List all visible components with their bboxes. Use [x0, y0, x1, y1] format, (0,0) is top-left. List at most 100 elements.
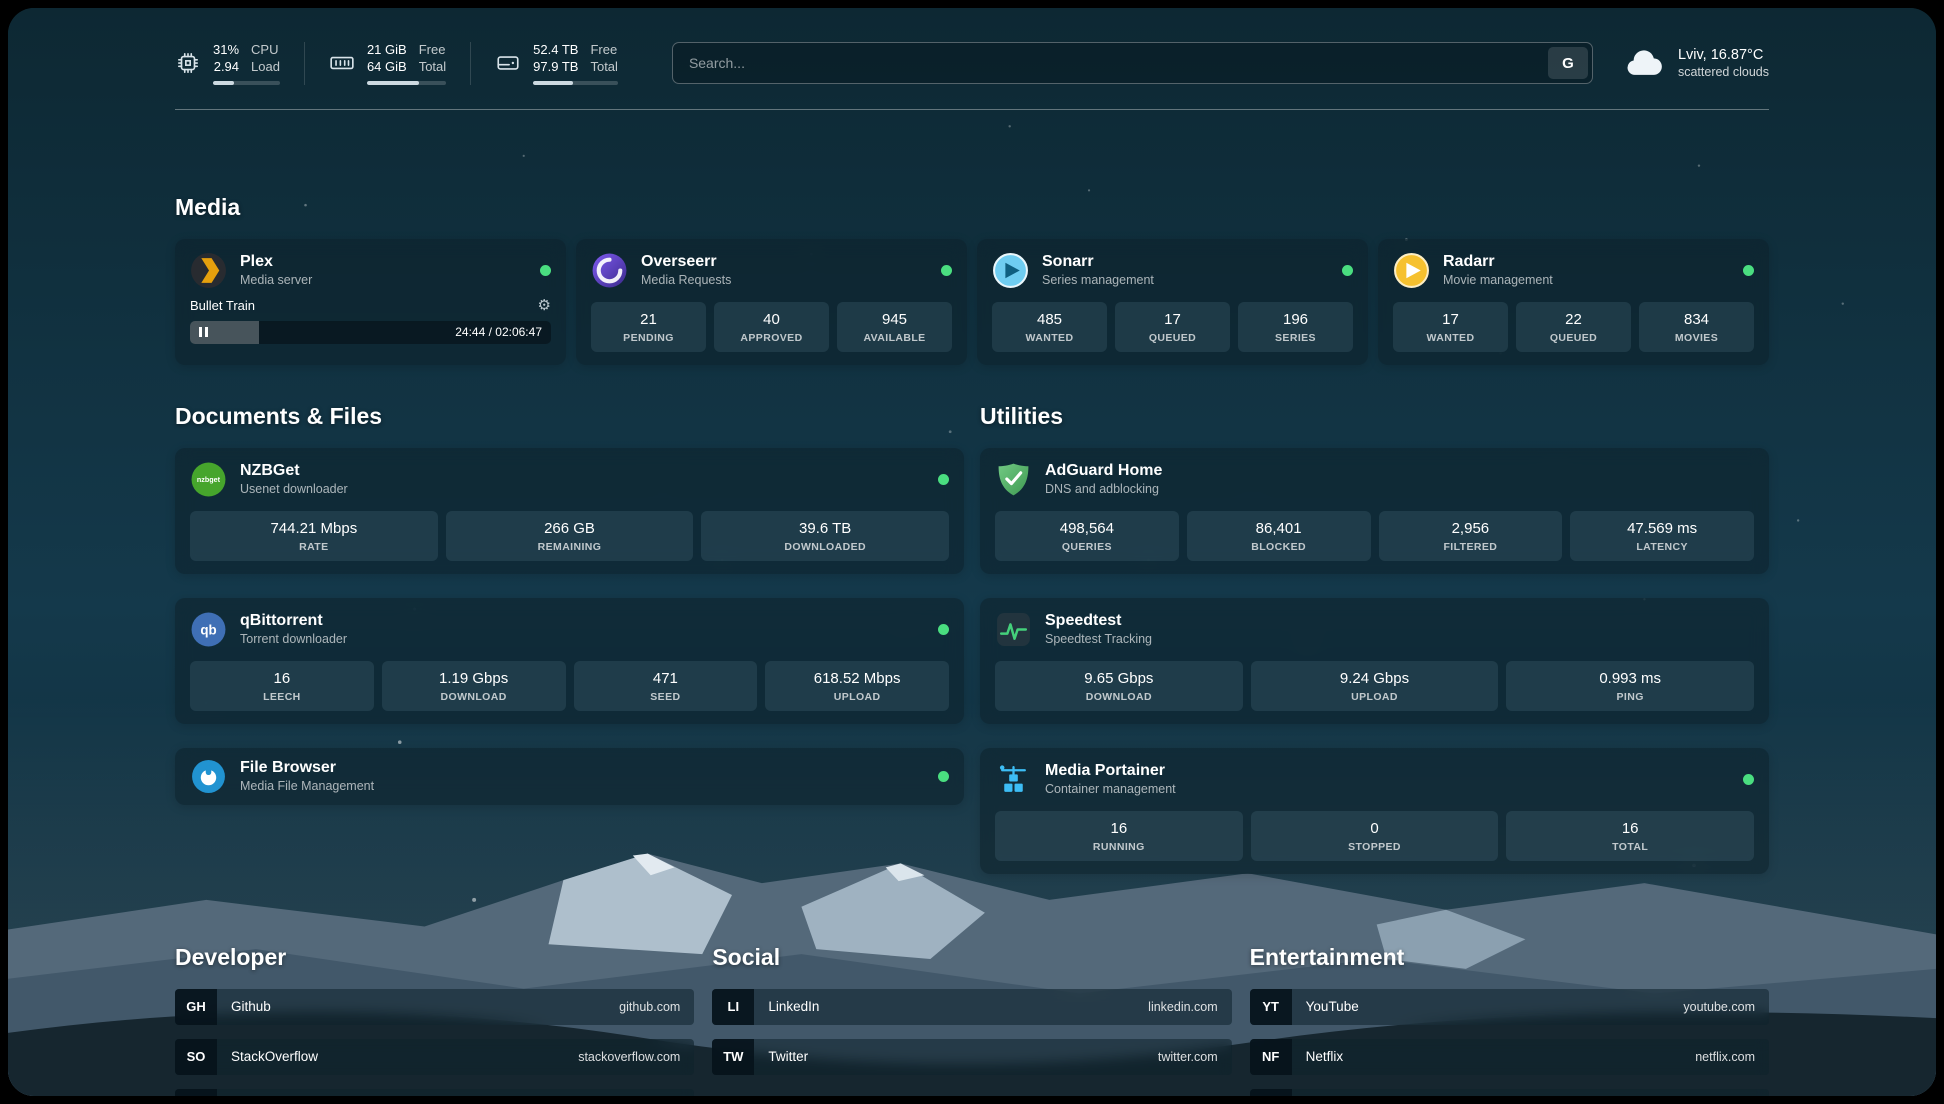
bookmark-row[interactable]: DTDEVdev.to [175, 1089, 694, 1096]
stat-value: 21 [597, 311, 700, 328]
section-title-social: Social [712, 944, 1231, 971]
cpu-label-secondary: Load [251, 59, 280, 76]
stat-value: 485 [998, 311, 1101, 328]
stat-label: WANTED [1399, 332, 1502, 344]
stat-tile: 9.65 GbpsDOWNLOAD [995, 661, 1243, 711]
section-title-entertainment: Entertainment [1250, 944, 1769, 971]
app-subtitle: Torrent downloader [240, 632, 347, 646]
bookmark-url: twitter.com [1158, 1050, 1218, 1064]
app-subtitle: Container management [1045, 782, 1176, 796]
stat-value: 17 [1121, 311, 1224, 328]
stat-tile: 39.6 TBDOWNLOADED [701, 511, 949, 561]
stat-label: LATENCY [1576, 541, 1748, 553]
svg-text:qb: qb [200, 622, 216, 637]
bookmark-row[interactable]: LILinkedInlinkedin.com [712, 989, 1231, 1025]
gear-icon[interactable]: ⚙ [538, 298, 551, 313]
status-dot [938, 474, 949, 485]
stat-label: QUEUED [1121, 332, 1224, 344]
playback-progress-bar[interactable]: 24:44 / 02:06:47 [190, 321, 551, 344]
media-section: Media Plex Media server [175, 194, 1769, 365]
app-card-speedtest[interactable]: Speedtest Speedtest Tracking 9.65 GbpsDO… [980, 598, 1769, 724]
app-subtitle: Media server [240, 273, 312, 287]
overseerr-icon [591, 252, 628, 289]
section-title-utilities: Utilities [980, 403, 1769, 430]
stats-row: 485WANTED17QUEUED196SERIES [992, 302, 1353, 352]
stat-label: SERIES [1244, 332, 1347, 344]
bookmark-row[interactable]: RERedditreddit.com [1250, 1089, 1769, 1096]
stat-label: LEECH [196, 691, 368, 703]
pause-icon[interactable] [199, 327, 208, 337]
stat-label: QUERIES [1001, 541, 1173, 553]
app-card-sonarr[interactable]: Sonarr Series management 485WANTED17QUEU… [977, 239, 1368, 365]
app-subtitle: DNS and adblocking [1045, 482, 1162, 496]
stat-tile: 2,956FILTERED [1379, 511, 1563, 561]
stat-label: RUNNING [1001, 841, 1237, 853]
stat-tile: 485 WANTED [992, 302, 1107, 352]
stat-value: 834 [1645, 311, 1748, 328]
app-subtitle: Series management [1042, 273, 1154, 287]
stat-tile: 9.24 GbpsUPLOAD [1251, 661, 1499, 711]
portainer-icon [995, 761, 1032, 798]
search-input[interactable] [672, 42, 1593, 84]
app-subtitle: Usenet downloader [240, 482, 348, 496]
app-subtitle: Speedtest Tracking [1045, 632, 1152, 646]
status-dot [938, 771, 949, 782]
bookmark-row[interactable]: TWTwittertwitter.com [712, 1039, 1231, 1075]
stat-value: 945 [843, 311, 946, 328]
app-card-qbittorrent[interactable]: qb qBittorrent Torrent downloader 16LEEC… [175, 598, 964, 724]
app-name: Radarr [1443, 253, 1553, 271]
app-name: Plex [240, 253, 312, 271]
app-card-radarr[interactable]: Radarr Movie management 17WANTED22QUEUED… [1378, 239, 1769, 365]
search-engine-button[interactable]: G [1548, 47, 1588, 79]
stat-label: STOPPED [1257, 841, 1493, 853]
bookmark-name: YouTube [1306, 999, 1359, 1014]
stat-tile: 1.19 GbpsDOWNLOAD [382, 661, 566, 711]
bookmark-abbr: YT [1250, 989, 1292, 1025]
stat-value: 86,401 [1193, 520, 1365, 537]
stat-label: PING [1512, 691, 1748, 703]
stat-label: BLOCKED [1193, 541, 1365, 553]
weather-location: Lviv, 16.87°C [1678, 47, 1769, 63]
stat-tile: 16 LEECH [190, 661, 374, 711]
top-bar: 31% 2.94 CPU Load [175, 8, 1769, 85]
bookmark-name: Netflix [1306, 1049, 1344, 1064]
app-card-filebrowser[interactable]: File Browser Media File Management [175, 748, 964, 805]
stat-label: WANTED [998, 332, 1101, 344]
app-card-overseerr[interactable]: Overseerr Media Requests 21PENDING40APPR… [576, 239, 967, 365]
stat-tile: 86,401 BLOCKED [1187, 511, 1371, 561]
stat-value: 40 [720, 311, 823, 328]
app-card-adguard[interactable]: AdGuard Home DNS and adblocking 498,564Q… [980, 448, 1769, 574]
stat-tile: 834 MOVIES [1639, 302, 1754, 352]
bookmark-row[interactable]: SOStackOverflowstackoverflow.com [175, 1039, 694, 1075]
stat-label: SEED [580, 691, 752, 703]
app-card-portainer[interactable]: Media Portainer Container management 16R… [980, 748, 1769, 874]
bookmark-abbr: RE [1250, 1089, 1292, 1096]
app-name: File Browser [240, 759, 374, 777]
bookmark-group-entertainment: Entertainment YTYouTubeyoutube.comNFNetf… [1250, 944, 1769, 1096]
bookmark-row[interactable]: GHGithubgithub.com [175, 989, 694, 1025]
stat-value: 471 [580, 670, 752, 687]
stat-label: DOWNLOAD [388, 691, 560, 703]
cloud-icon [1623, 46, 1665, 80]
ram-label-primary: Free [419, 42, 446, 59]
bookmark-row[interactable]: YTYouTubeyoutube.com [1250, 989, 1769, 1025]
app-card-plex[interactable]: Plex Media server Bullet Train ⚙ 24:44 /… [175, 239, 566, 365]
stat-value: 16 [196, 670, 368, 687]
app-card-nzbget[interactable]: nzbget NZBGet Usenet downloader 744.21 M… [175, 448, 964, 574]
ram-total-value: 64 GiB [367, 59, 407, 76]
media-card-grid: Plex Media server Bullet Train ⚙ 24:44 /… [175, 239, 1769, 365]
stat-tile: 266 GBREMAINING [446, 511, 694, 561]
disk-label-secondary: Total [590, 59, 617, 76]
system-metrics: 31% 2.94 CPU Load [175, 42, 642, 85]
stat-label: APPROVED [720, 332, 823, 344]
ram-usage-bar [367, 81, 446, 85]
bookmark-name: StackOverflow [231, 1049, 318, 1064]
app-subtitle: Media Requests [641, 273, 731, 287]
stat-tile: 0.993 msPING [1506, 661, 1754, 711]
status-dot [938, 624, 949, 635]
stat-value: 39.6 TB [707, 520, 943, 537]
bookmark-abbr: SO [175, 1039, 217, 1075]
section-title-media: Media [175, 194, 1769, 221]
stat-label: MOVIES [1645, 332, 1748, 344]
bookmark-row[interactable]: NFNetflixnetflix.com [1250, 1039, 1769, 1075]
